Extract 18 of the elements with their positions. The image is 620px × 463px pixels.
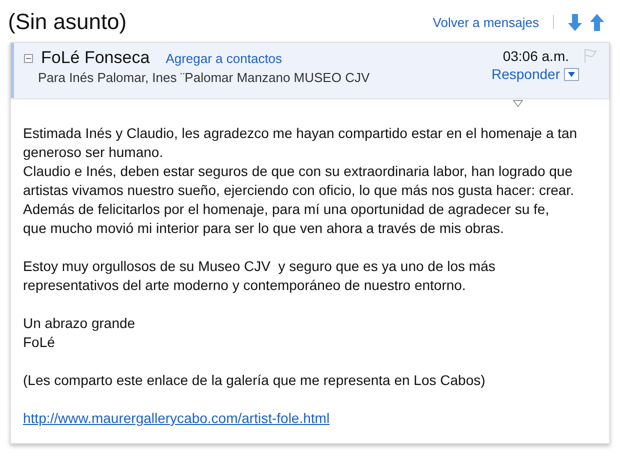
caret-icon[interactable] [513,100,523,107]
back-to-messages-link[interactable]: Volver a mensajes [432,14,539,30]
sender-name: FoLé Fonseca [41,48,150,68]
reply-link[interactable]: Responder [492,66,560,82]
reply-options-button[interactable] [564,68,579,80]
message-subject: (Sin asunto) [8,9,127,35]
collapse-icon[interactable] [24,54,33,62]
recipients: Para Inés Palomar, Ines ¨Palomar Manzano MUSEO CJV [38,70,370,85]
message-paragraph: (Les comparto este enlace de la galería que me representa en Los Cabos) [23,371,486,390]
up-arrow-icon[interactable] [590,14,604,30]
down-arrow-icon[interactable] [568,14,582,30]
caret-icon [568,72,575,76]
message-paragraph: Un abrazo grande FoLé [23,314,136,352]
message-paragraph: Estimada Inés y Claudio, les agradezco me hayan compartido estar en el homenaje a tan generoso ser humano. Claudio e Inés, deben estar seguros de que con su extraordinaria labor, han logrado que artistas vivamos nuestro sueño, ejerciendo con oficio, lo que más nos gusta hacer: crear. Además de felicitarlos por el homenaje, para mí una oportunidad de agradecer su fe, que mucho movió mi interior para ser lo que ven ahora a través de mis obras. [23,124,578,238]
message-time: 03:06 a.m. [502,48,569,64]
add-contact-link[interactable]: Agregar a contactos [166,50,282,66]
message-paragraph: Estoy muy orgullosos de su Museo CJV y seguro que es ya uno de los más representativos del arte moderno y contemporáneo de nuestro entorno. [23,257,496,295]
gallery-link[interactable]: http://www.maurergallerycabo.com/artist-fole.html [23,409,330,428]
